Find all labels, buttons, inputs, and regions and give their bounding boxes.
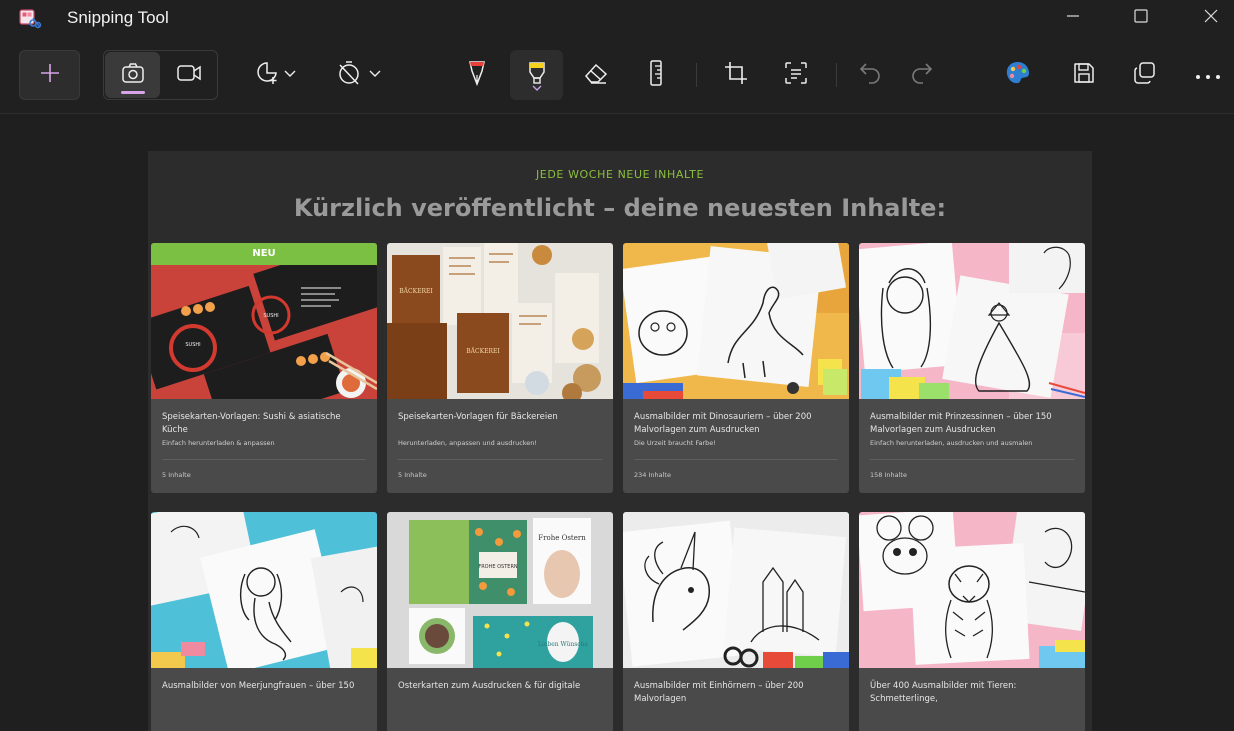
card-subtitle: Einfach herunterladen & anpassen — [162, 439, 275, 447]
artwork-text: SUSHI — [263, 313, 278, 319]
artwork-text: BÄCKEREI — [466, 348, 500, 355]
timer-off-icon — [336, 60, 386, 90]
ruler-button[interactable] — [631, 50, 681, 100]
active-mode-indicator — [121, 91, 145, 94]
content-card-easter: FROHE OSTERN Frohe Ostern Lieben Wünsche… — [387, 512, 613, 731]
highlighter-button[interactable] — [510, 50, 563, 100]
new-snip-button[interactable] — [19, 50, 80, 100]
card-title: Ausmalbilder mit Dinosauriern – über 200… — [634, 412, 812, 435]
redo-icon — [909, 60, 935, 90]
card-divider — [398, 459, 602, 460]
card-divider — [162, 459, 366, 460]
card-image: FROHE OSTERN Frohe Ostern Lieben Wünsche — [387, 512, 613, 668]
chevron-down-icon — [531, 84, 543, 95]
card-divider — [870, 459, 1074, 460]
section-eyebrow: JEDE WOCHE NEUE INHALTE — [535, 168, 705, 181]
snipping-tool-icon — [18, 6, 42, 30]
card-subtitle: Herunterladen, anpassen und ausdrucken! — [398, 439, 538, 447]
text-actions-button[interactable] — [771, 50, 821, 100]
content-card-dinosaurs: Ausmalbilder mit Dinosauriern – über 200… — [623, 243, 849, 493]
card-image — [623, 243, 849, 399]
artwork-text: Frohe Ostern — [538, 534, 586, 542]
card-image — [859, 243, 1085, 399]
card-count: 5 Inhalte — [162, 471, 191, 479]
content-card-unicorns: Ausmalbilder mit Einhörnern – über 200 M… — [623, 512, 849, 731]
crop-icon — [723, 60, 749, 90]
more-icon — [1194, 66, 1222, 85]
delay-timer-button[interactable] — [330, 50, 392, 100]
copy-button[interactable] — [1120, 50, 1168, 100]
undo-icon — [857, 60, 883, 90]
close-icon — [1203, 8, 1219, 28]
minimize-button[interactable] — [1038, 0, 1108, 36]
artwork-text: BÄCKEREI — [399, 288, 433, 295]
card-title: Speisekarten-Vorlagen für Bäckereien — [398, 412, 558, 422]
toolbar-separator — [696, 63, 697, 87]
toolbar — [0, 36, 1234, 114]
shape-icon — [255, 60, 301, 90]
edit-in-paint-button[interactable] — [994, 50, 1042, 100]
card-image — [859, 512, 1085, 668]
content-card-mermaids: Ausmalbilder von Meerjungfrauen – über 1… — [151, 512, 377, 731]
eraser-button[interactable] — [571, 50, 621, 100]
content-card-princesses: Ausmalbilder mit Prinzessinnen – über 15… — [859, 243, 1085, 493]
card-subtitle: Die Urzeit braucht Farbe! — [634, 439, 716, 447]
video-icon — [176, 63, 202, 87]
content-card-animals: Über 400 Ausmalbilder mit Tieren: Schmet… — [859, 512, 1085, 731]
card-title: Ausmalbilder mit Einhörnern – über 200 M… — [634, 681, 804, 704]
paint-icon — [1004, 59, 1032, 91]
artwork-text: Lieben Wünsche — [538, 641, 589, 648]
app-title: Snipping Tool — [67, 8, 169, 27]
card-title: Osterkarten zum Ausdrucken & für digital… — [398, 681, 581, 691]
minimize-icon — [1065, 8, 1081, 28]
snip-shape-button[interactable] — [247, 50, 309, 100]
section-headline: Kürzlich veröffentlicht – deine neuesten… — [293, 194, 947, 222]
copy-icon — [1131, 60, 1157, 90]
redo-button — [898, 50, 946, 100]
undo-button — [846, 50, 894, 100]
more-options-button[interactable] — [1184, 50, 1232, 100]
card-image — [151, 512, 377, 668]
captured-page: JEDE WOCHE NEUE INHALTE Kürzlich veröffe… — [148, 151, 1092, 731]
pen-icon — [464, 58, 490, 92]
card-title: Ausmalbilder von Meerjungfrauen – über 1… — [162, 681, 355, 691]
title-bar: Snipping Tool — [0, 0, 1234, 36]
maximize-icon — [1133, 8, 1149, 28]
card-count: 5 Inhalte — [398, 471, 427, 479]
crop-button[interactable] — [711, 50, 761, 100]
card-subtitle: Einfach herunterladen, ausdrucken und au… — [870, 439, 1033, 447]
plus-icon — [39, 62, 61, 88]
save-button[interactable] — [1060, 50, 1108, 100]
card-image: BÄCKEREI BÄCKEREI — [387, 243, 613, 399]
new-badge: NEU — [151, 243, 377, 265]
save-icon — [1071, 60, 1097, 90]
screenshot-mode-button[interactable] — [105, 52, 160, 98]
maximize-button[interactable] — [1106, 0, 1176, 36]
toolbar-separator — [836, 63, 837, 87]
artwork-text: SUSHI — [185, 342, 200, 348]
card-title: Speisekarten-Vorlagen: Sushi & asiatisch… — [162, 412, 341, 435]
ballpoint-pen-button[interactable] — [452, 50, 502, 100]
artwork-text: FROHE OSTERN — [478, 564, 518, 570]
card-image — [623, 512, 849, 668]
card-count: 234 Inhalte — [634, 471, 671, 479]
card-title: Über 400 Ausmalbilder mit Tieren: Schmet… — [870, 681, 1017, 704]
video-mode-button[interactable] — [162, 52, 216, 98]
capture-canvas: JEDE WOCHE NEUE INHALTE Kürzlich veröffe… — [0, 115, 1234, 731]
content-card-sushi: SUSHI SUSHI NEU Speisekarten-Vorlagen: S… — [151, 243, 377, 493]
camera-icon — [121, 62, 145, 88]
card-image: SUSHI SUSHI NEU — [151, 243, 377, 399]
card-count: 158 Inhalte — [870, 471, 907, 479]
eraser-icon — [582, 60, 610, 90]
close-button[interactable] — [1176, 0, 1234, 36]
ruler-icon — [646, 59, 666, 91]
content-card-bakery: BÄCKEREI BÄCKEREI Speisekarten-Vorlagen … — [387, 243, 613, 493]
card-divider — [634, 459, 838, 460]
text-actions-icon — [783, 60, 809, 90]
card-title: Ausmalbilder mit Prinzessinnen – über 15… — [870, 412, 1052, 435]
